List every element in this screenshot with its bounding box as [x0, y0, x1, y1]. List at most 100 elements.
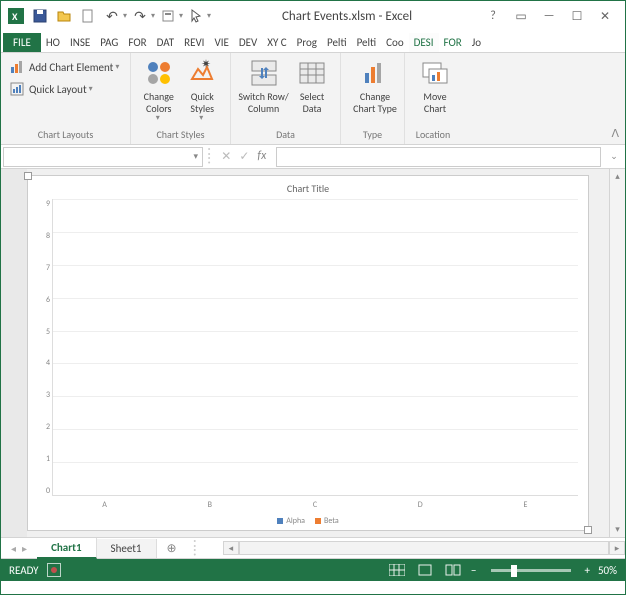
- tab-review[interactable]: REVI: [179, 33, 209, 52]
- group-label-location: Location: [411, 126, 455, 144]
- status-ready: READY: [9, 564, 39, 577]
- tab-home[interactable]: HO: [41, 33, 65, 52]
- tab-pelti2[interactable]: Pelti: [352, 33, 382, 52]
- tab-data[interactable]: DAT: [152, 33, 179, 52]
- x-axis: ABCDE: [38, 496, 578, 510]
- new-icon[interactable]: [77, 5, 99, 27]
- zoom-level[interactable]: 50%: [598, 564, 617, 577]
- page-layout-view-icon[interactable]: [415, 562, 435, 578]
- tab-xyc[interactable]: XY C: [262, 33, 291, 52]
- tab-developer[interactable]: DEV: [234, 33, 262, 52]
- add-sheet-icon[interactable]: ⊕: [157, 541, 187, 556]
- move-chart-button[interactable]: Move Chart: [411, 57, 459, 114]
- zoom-in-button[interactable]: +: [585, 564, 590, 577]
- plot-area[interactable]: [52, 199, 578, 496]
- zoom-out-button[interactable]: −: [471, 564, 476, 577]
- file-tab[interactable]: FILE: [3, 33, 41, 52]
- add-chart-element-icon: [9, 59, 25, 75]
- quick-layout-label: Quick Layout: [29, 83, 87, 96]
- quick-layout-button[interactable]: Quick Layout ▾: [7, 79, 124, 99]
- change-chart-type-icon: [359, 57, 391, 89]
- legend-item[interactable]: Beta: [315, 516, 339, 526]
- window-title: Chart Events.xlsm - Excel: [211, 9, 483, 24]
- group-label-data: Data: [237, 126, 334, 144]
- excel-logo-icon[interactable]: X: [5, 5, 27, 27]
- tab-insert[interactable]: INSE: [65, 33, 95, 52]
- change-chart-type-button[interactable]: Change Chart Type: [347, 57, 403, 114]
- chart-title[interactable]: Chart Title: [38, 182, 578, 199]
- tab-jo[interactable]: Jo: [467, 33, 486, 52]
- tab-prog[interactable]: Prog: [292, 33, 322, 52]
- redo-icon[interactable]: ↷: [129, 5, 151, 27]
- vertical-scrollbar[interactable]: ▴ ▾: [609, 169, 625, 537]
- scroll-down-icon[interactable]: ▾: [615, 524, 620, 535]
- y-axis: 9876543210: [38, 199, 52, 496]
- maximize-icon[interactable]: ☐: [567, 6, 587, 26]
- group-label-layouts: Chart Layouts: [7, 126, 124, 144]
- tab-formulas[interactable]: FOR: [123, 33, 151, 52]
- undo-dropdown-icon[interactable]: ▾: [123, 11, 127, 21]
- chart-area[interactable]: Chart Title 9876543210 ABCDE Alpha Beta: [27, 175, 589, 531]
- switch-row-column-button[interactable]: Switch Row/ Column: [237, 57, 290, 114]
- left-gutter: [1, 169, 27, 537]
- horizontal-scrollbar[interactable]: ◂ ▸: [223, 541, 625, 555]
- add-chart-element-button[interactable]: Add Chart Element ▾: [7, 57, 124, 77]
- tab-page-layout[interactable]: PAG: [95, 33, 123, 52]
- minimize-icon[interactable]: —: [539, 6, 559, 26]
- close-icon[interactable]: ✕: [595, 6, 615, 26]
- select-data-label: Select Data: [300, 91, 324, 114]
- move-chart-label: Move Chart: [423, 91, 446, 114]
- scroll-right-icon[interactable]: ▸: [609, 541, 625, 555]
- tab-view[interactable]: VIE: [209, 33, 233, 52]
- print-dropdown-icon[interactable]: ▾: [179, 11, 183, 21]
- redo-dropdown-icon[interactable]: ▾: [151, 11, 155, 21]
- select-data-button[interactable]: Select Data: [290, 57, 334, 114]
- change-colors-icon: [143, 57, 175, 89]
- tab-pelti1[interactable]: Pelti: [322, 33, 352, 52]
- group-label-styles: Chart Styles: [137, 126, 224, 144]
- change-colors-label: Change Colors: [137, 91, 181, 114]
- quick-styles-icon: [186, 57, 218, 89]
- macro-record-icon[interactable]: [47, 563, 61, 577]
- tab-design[interactable]: DESI: [409, 33, 439, 52]
- chevron-down-icon: ▾: [89, 84, 93, 94]
- change-colors-button[interactable]: Change Colors▾: [137, 57, 181, 123]
- tab-coo[interactable]: Coo: [381, 33, 408, 52]
- sheet-tab-sheet1[interactable]: Sheet1: [97, 539, 157, 558]
- legend-item[interactable]: Alpha: [277, 516, 305, 526]
- move-chart-icon: [419, 57, 451, 89]
- undo-icon[interactable]: ↶: [101, 5, 123, 27]
- print-preview-icon[interactable]: [157, 5, 179, 27]
- quick-styles-label: Quick Styles: [181, 91, 225, 114]
- ribbon-options-icon[interactable]: ▭: [511, 6, 531, 26]
- formula-input[interactable]: [276, 147, 601, 167]
- cursor-icon[interactable]: [185, 5, 207, 27]
- normal-view-icon[interactable]: [387, 562, 407, 578]
- select-data-icon: [296, 57, 328, 89]
- sheet-nav-prev-icon[interactable]: ◂: [11, 542, 16, 555]
- sheet-nav-next-icon[interactable]: ▸: [22, 542, 27, 555]
- scroll-left-icon[interactable]: ◂: [223, 541, 239, 555]
- enter-formula-icon: ✓: [239, 149, 249, 164]
- scroll-up-icon[interactable]: ▴: [615, 171, 620, 182]
- save-icon[interactable]: [29, 5, 51, 27]
- fx-icon[interactable]: fx: [257, 149, 266, 164]
- help-icon[interactable]: ?: [483, 6, 503, 26]
- page-break-view-icon[interactable]: [443, 562, 463, 578]
- quick-styles-button[interactable]: Quick Styles▾: [181, 57, 225, 123]
- switch-row-column-label: Switch Row/ Column: [238, 91, 288, 114]
- chevron-down-icon: ▾: [115, 62, 119, 72]
- name-box[interactable]: ▾: [3, 147, 203, 167]
- group-label-type: Type: [347, 126, 398, 144]
- sheet-tab-chart1[interactable]: Chart1: [37, 538, 96, 559]
- tab-format[interactable]: FOR: [439, 33, 467, 52]
- add-chart-element-label: Add Chart Element: [29, 61, 113, 74]
- svg-text:X: X: [12, 10, 18, 23]
- collapse-ribbon-icon[interactable]: ᐱ: [611, 127, 619, 140]
- zoom-slider[interactable]: [491, 569, 571, 572]
- chevron-down-icon[interactable]: ▾: [193, 151, 198, 162]
- expand-formula-bar-icon[interactable]: ⌄: [605, 151, 623, 162]
- chart-legend[interactable]: Alpha Beta: [38, 510, 578, 526]
- open-icon[interactable]: [53, 5, 75, 27]
- cancel-formula-icon: ✕: [221, 149, 231, 164]
